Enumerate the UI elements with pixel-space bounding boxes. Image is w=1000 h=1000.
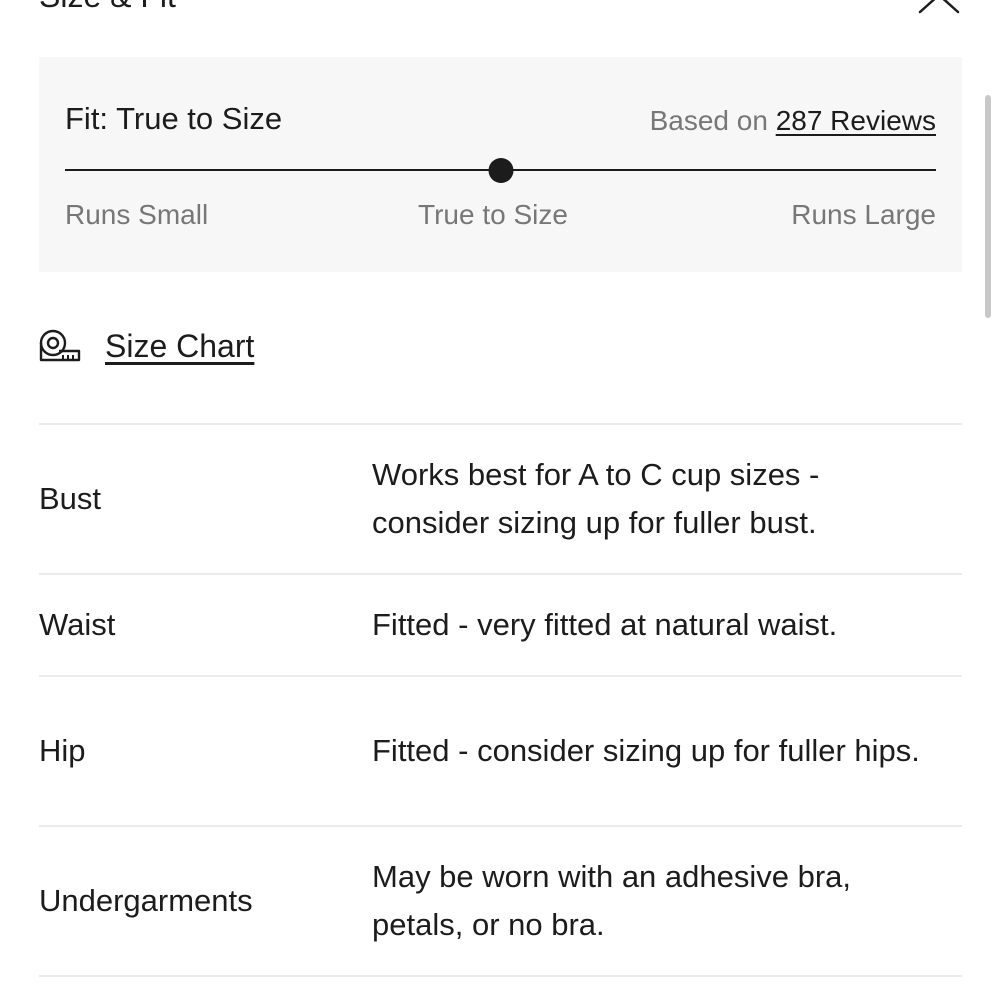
scrollbar[interactable] xyxy=(985,95,991,318)
close-button[interactable] xyxy=(912,0,964,14)
fit-detail-value: May be worn with an adhesive bra, petals… xyxy=(372,859,852,942)
fit-detail-label: Undergarments xyxy=(39,883,253,918)
fit-detail-row-undergarments: Undergarments May be worn with an adhesi… xyxy=(39,825,962,977)
fit-details-table: Bust Works best for A to C cup sizes - c… xyxy=(39,423,962,977)
fit-detail-row-hip: Hip Fitted - consider sizing up for full… xyxy=(39,675,962,825)
fit-summary-panel: Fit: True to Size Based on 287 Reviews R… xyxy=(39,57,962,272)
fit-scale-min-label: Runs Small xyxy=(65,199,209,230)
size-chart-link[interactable]: Size Chart xyxy=(39,326,254,366)
fit-detail-value: Fitted - very fitted at natural waist. xyxy=(372,607,838,642)
measuring-tape-icon xyxy=(39,329,81,362)
close-icon xyxy=(918,0,960,14)
size-chart-label: Size Chart xyxy=(105,328,255,364)
fit-detail-row-waist: Waist Fitted - very fitted at natural wa… xyxy=(39,573,962,675)
fit-detail-label: Bust xyxy=(39,481,102,516)
fit-detail-value: Fitted - consider sizing up for fuller h… xyxy=(372,733,920,768)
reviews-summary: Based on 287 Reviews xyxy=(650,104,936,138)
fit-detail-row-bust: Bust Works best for A to C cup sizes - c… xyxy=(39,423,962,573)
reviews-prefix: Based on xyxy=(649,105,776,136)
fit-scale-marker xyxy=(488,158,513,183)
fit-detail-value: Works best for A to C cup sizes - consid… xyxy=(372,457,820,540)
reviews-link[interactable]: 287 Reviews xyxy=(776,105,936,136)
fit-scale-mid-label: True to Size xyxy=(418,199,568,230)
fit-scale-max-label: Runs Large xyxy=(791,199,936,230)
fit-detail-label: Waist xyxy=(39,607,116,642)
fit-title: Fit: True to Size xyxy=(65,101,283,136)
fit-detail-label: Hip xyxy=(39,733,86,768)
modal-title: Size & Fit xyxy=(39,0,176,16)
size-fit-modal: Size & Fit Fit: True to Size Based on 28… xyxy=(0,0,1000,1000)
